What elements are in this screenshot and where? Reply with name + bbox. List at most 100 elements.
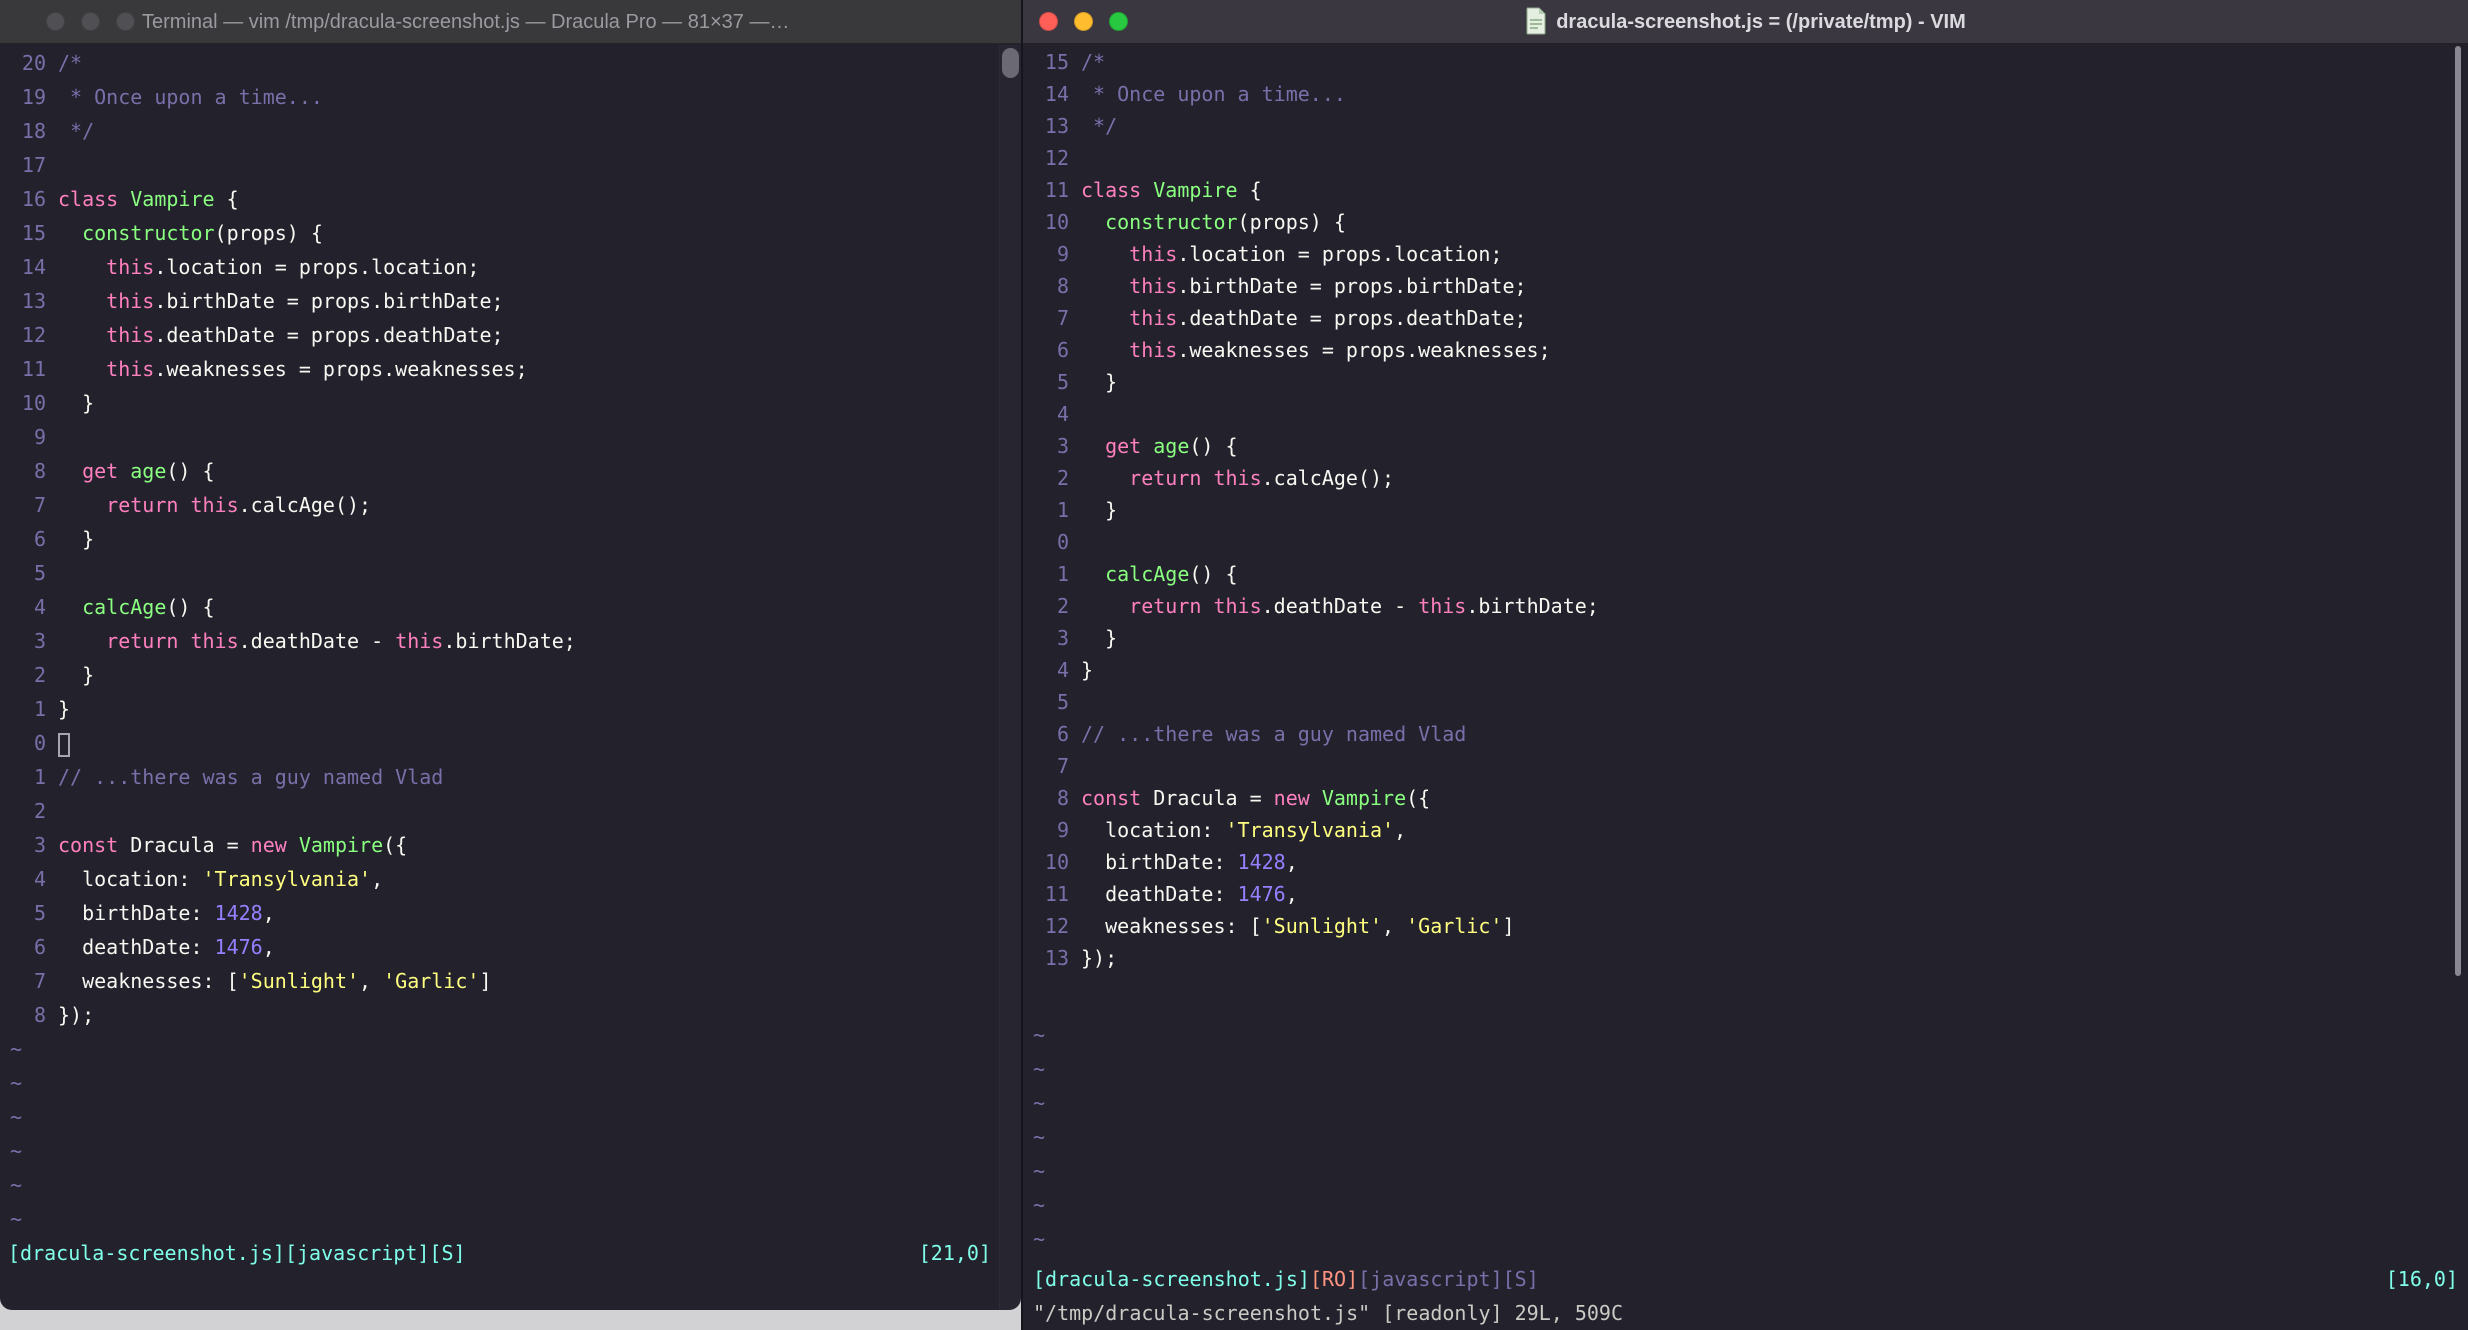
buffer-line[interactable]: 12: [1033, 142, 2438, 174]
buffer-line[interactable]: 1 // ...there was a guy named Vlad: [10, 760, 991, 794]
buffer-line[interactable]: 4 location: 'Transylvania',: [10, 862, 991, 896]
buffer-line[interactable]: 0: [1033, 526, 2438, 558]
status-segment: [RO]: [1309, 1267, 1359, 1291]
line-number: 11: [1044, 882, 1069, 906]
buffer-line[interactable]: 11 deathDate: 1476,: [1033, 878, 2438, 910]
buffer-line[interactable]: 3 }: [1033, 622, 2438, 654]
code-token: }: [1081, 370, 1118, 394]
code-token: calcAge: [82, 595, 167, 619]
buffer-line[interactable]: 2: [10, 794, 991, 828]
code-token: (props) {: [1237, 210, 1346, 234]
line-number: 11: [1044, 178, 1069, 202]
status-segment: [javascript][S]: [1358, 1267, 1539, 1291]
line-number: 2: [1056, 594, 1069, 618]
macvim-titlebar[interactable]: dracula-screenshot.js = (/private/tmp) -…: [1023, 0, 2468, 44]
scrollbar-thumb[interactable]: [2455, 46, 2461, 976]
scrollbar[interactable]: [999, 45, 1021, 1310]
code-token: 'Sunlight': [1261, 914, 1383, 938]
buffer-line[interactable]: 4: [1033, 398, 2438, 430]
buffer-line[interactable]: 5: [10, 556, 991, 590]
status-line: [dracula-screenshot.js][javascript][S] […: [0, 1236, 997, 1270]
empty-line-marker: ~: [10, 1105, 23, 1129]
code-token: 1428: [214, 901, 263, 925]
buffer-line[interactable]: 7: [1033, 750, 2438, 782]
buffer-line[interactable]: 8 this.birthDate = props.birthDate;: [1033, 270, 2438, 302]
buffer-line[interactable]: 12 this.deathDate = props.deathDate;: [10, 318, 991, 352]
code-token: age: [1153, 434, 1190, 458]
buffer-line[interactable]: 10 birthDate: 1428,: [1033, 846, 2438, 878]
minimize-button[interactable]: [81, 12, 100, 31]
terminal-titlebar[interactable]: Terminal — vim /tmp/dracula-screenshot.j…: [0, 0, 1021, 44]
buffer-line[interactable]: 8 const Dracula = new Vampire({: [1033, 782, 2438, 814]
buffer-line[interactable]: 15 /*: [1033, 46, 2438, 78]
buffer-line[interactable]: 6 deathDate: 1476,: [10, 930, 991, 964]
code-token: ,: [1394, 818, 1407, 842]
buffer-line[interactable]: 8 get age() {: [10, 454, 991, 488]
buffer-line[interactable]: 14 this.location = props.location;: [10, 250, 991, 284]
code-token: ]: [1502, 914, 1515, 938]
buffer-line[interactable]: 15 constructor(props) {: [10, 216, 991, 250]
buffer-line[interactable]: 2 return this.deathDate - this.birthDate…: [1033, 590, 2438, 622]
buffer-line[interactable]: 13 this.birthDate = props.birthDate;: [10, 284, 991, 318]
buffer-line[interactable]: 17: [10, 148, 991, 182]
buffer-line[interactable]: 1}: [10, 692, 991, 726]
code-token: ,: [1285, 882, 1298, 906]
buffer-line[interactable]: 11 this.weaknesses = props.weaknesses;: [10, 352, 991, 386]
code-token: this: [1129, 242, 1178, 266]
code-token: return: [1129, 466, 1202, 490]
scrollbar-thumb[interactable]: [1002, 48, 1019, 78]
buffer-line[interactable]: 20 /*: [10, 46, 991, 80]
buffer-line[interactable]: 6 // ...there was a guy named Vlad: [1033, 718, 2438, 750]
buffer-line[interactable]: 3 const Dracula = new Vampire({: [10, 828, 991, 862]
buffer-line[interactable]: 6 this.weaknesses = props.weaknesses;: [1033, 334, 2438, 366]
zoom-button[interactable]: [116, 12, 135, 31]
vim-editor[interactable]: 20/* 19 * Once upon a time... 18 */17 16 cla…: [0, 44, 1021, 1310]
empty-line-marker: ~: [1033, 1159, 1046, 1183]
buffer-line[interactable]: 9 location: 'Transylvania',: [1033, 814, 2438, 846]
code-token: class: [58, 187, 119, 211]
buffer-line[interactable]: 7 this.deathDate = props.deathDate;: [1033, 302, 2438, 334]
buffer-line[interactable]: 6 }: [10, 522, 991, 556]
buffer-line[interactable]: 8});: [10, 998, 991, 1032]
buffer-line[interactable]: 1 calcAge() {: [1033, 558, 2438, 590]
buffer-line[interactable]: 13});: [1033, 942, 2438, 974]
buffer-line[interactable]: 18 */: [10, 114, 991, 148]
buffer-line[interactable]: 3 get age() {: [1033, 430, 2438, 462]
code-token: 'Transylvania': [202, 867, 372, 891]
buffer-line[interactable]: 4 calcAge() {: [10, 590, 991, 624]
vim-editor[interactable]: 15/* 14 * Once upon a time... 13 */ 12 11 cla…: [1023, 44, 2468, 1330]
tildes: ~ ~ ~ ~ ~ ~: [10, 1032, 22, 1236]
buffer-line[interactable]: 0: [10, 726, 991, 760]
line-number: 12: [1044, 146, 1069, 170]
buffer-line[interactable]: 5: [1033, 686, 2438, 718]
buffer-line[interactable]: 10 constructor(props) {: [1033, 206, 2438, 238]
buffer-line[interactable]: 5 birthDate: 1428,: [10, 896, 991, 930]
buffer-line[interactable]: 19 * Once upon a time...: [10, 80, 991, 114]
buffer-line[interactable]: 9: [10, 420, 991, 454]
buffer-line[interactable]: 14 * Once upon a time...: [1033, 78, 2438, 110]
buffer-line[interactable]: 2 }: [10, 658, 991, 692]
buffer-line[interactable]: 2 return this.calcAge();: [1033, 462, 2438, 494]
buffer-line[interactable]: 7 return this.calcAge();: [10, 488, 991, 522]
code-token: 1476: [1237, 882, 1286, 906]
buffer-line[interactable]: 3 return this.deathDate - this.birthDate…: [10, 624, 991, 658]
buffer-line[interactable]: 7 weaknesses: ['Sunlight', 'Garlic']: [10, 964, 991, 998]
buffer-line[interactable]: 5 }: [1033, 366, 2438, 398]
buffer-line[interactable]: 13 */: [1033, 110, 2438, 142]
buffer-line[interactable]: 4}: [1033, 654, 2438, 686]
code-token: .calcAge();: [238, 493, 372, 517]
buffer-line[interactable]: 10 }: [10, 386, 991, 420]
buffer-line[interactable]: 9 this.location = props.location;: [1033, 238, 2438, 270]
buffer-line[interactable]: 1 }: [1033, 494, 2438, 526]
code-token: });: [58, 1003, 95, 1027]
code-token: 'Garlic': [1406, 914, 1503, 938]
code-token: {: [214, 187, 239, 211]
close-button[interactable]: [46, 12, 65, 31]
buffer-line[interactable]: 16 class Vampire {: [10, 182, 991, 216]
buffer-line[interactable]: 11 class Vampire {: [1033, 174, 2438, 206]
buffer-line[interactable]: 12 weaknesses: ['Sunlight', 'Garlic']: [1033, 910, 2438, 942]
